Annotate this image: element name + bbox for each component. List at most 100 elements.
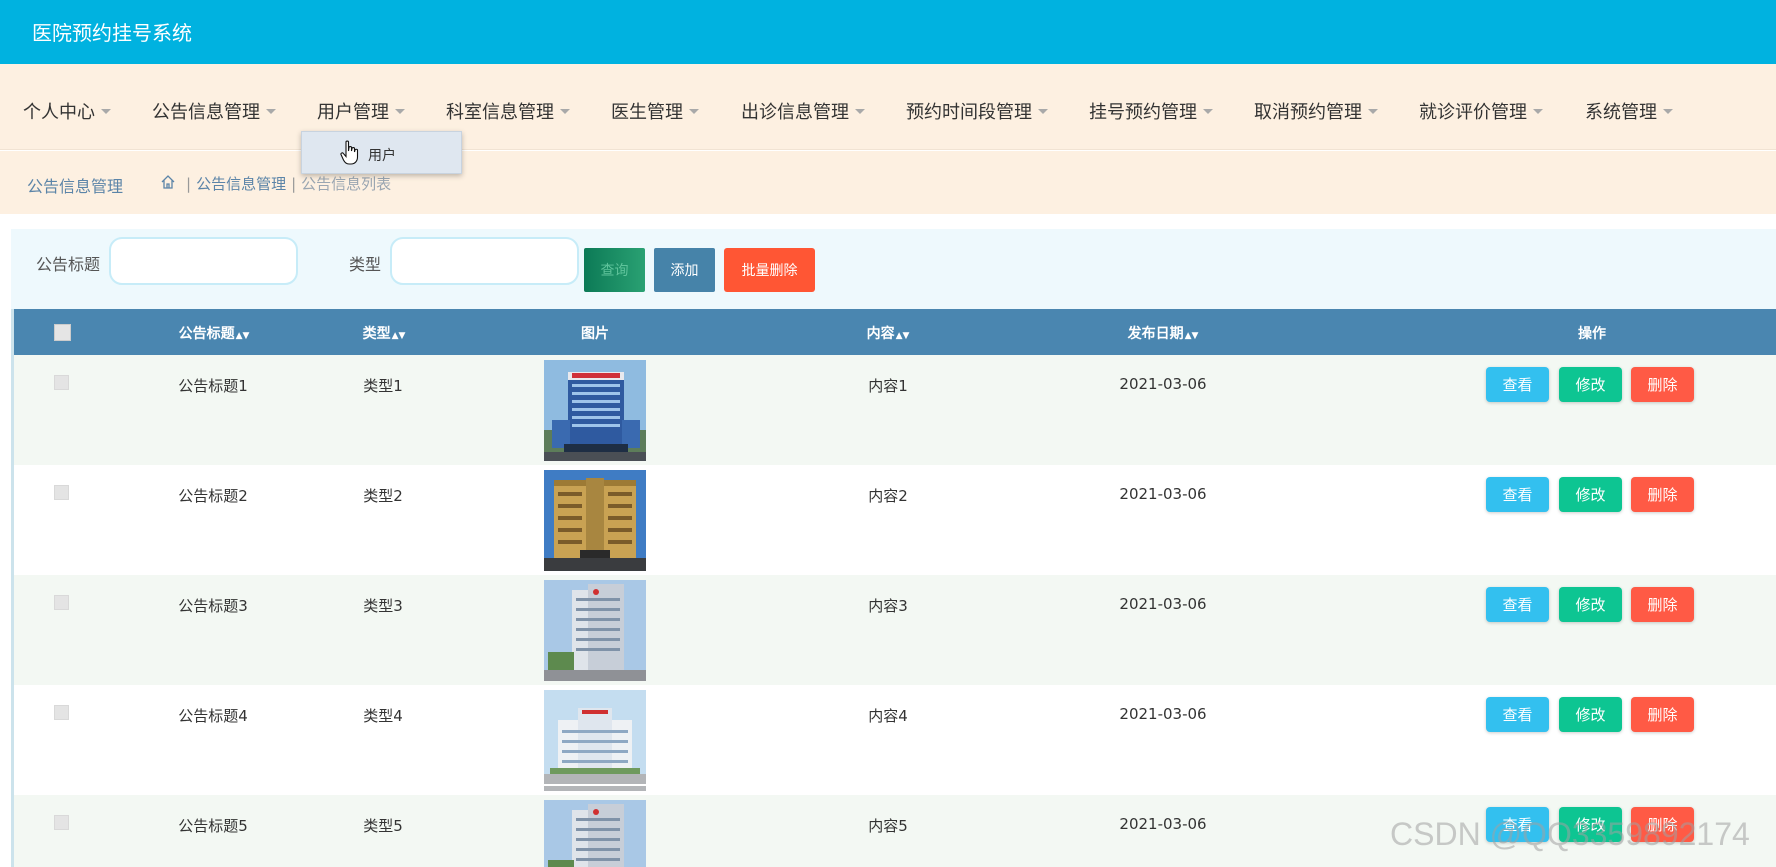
nav-timeslot-management[interactable]: 预约时间段管理 [906,98,1048,124]
search-form: 公告标题 类型 查询 添加 批量删除 [11,229,1776,309]
nav-appointment-management[interactable]: 挂号预约管理 [1089,98,1213,124]
nav-label: 出诊信息管理 [741,102,849,123]
view-button[interactable]: 查看 [1486,477,1549,512]
notice-image[interactable] [544,580,646,681]
search-button[interactable]: 查询 [584,248,645,292]
row-checkbox[interactable] [54,485,69,500]
cell-type: 类型1 [363,377,403,395]
cell-date: 2021-03-06 [1119,705,1207,723]
delete-button[interactable]: 删除 [1631,697,1694,732]
nav-personal-center[interactable]: 个人中心 [23,98,111,124]
chevron-down-icon [689,108,699,114]
nav-review-management[interactable]: 就诊评价管理 [1419,98,1543,124]
cell-date: 2021-03-06 [1119,485,1207,503]
chevron-down-icon [1368,108,1378,114]
hand-pointer-cursor-icon [340,140,359,165]
row-checkbox[interactable] [54,375,69,390]
select-all-checkbox[interactable] [54,324,71,341]
dropdown-item-user[interactable]: 用户 [368,145,396,165]
table-row: 公告标题4 类型4 内容4 2021-03-06 查看 修改 删除 [14,685,1776,795]
type-filter-input[interactable] [390,237,579,285]
notice-image[interactable] [544,690,646,791]
column-header-content[interactable]: 内容▲▼ [867,323,910,343]
cell-date: 2021-03-06 [1119,815,1207,833]
nav-label: 挂号预约管理 [1089,102,1197,123]
sort-icon: ▲▼ [391,331,406,341]
view-button[interactable]: 查看 [1486,587,1549,622]
nav-cancel-appointment-management[interactable]: 取消预约管理 [1254,98,1378,124]
edit-button[interactable]: 修改 [1559,697,1622,732]
cell-content: 内容5 [868,817,908,835]
table-row: 公告标题1 类型1 内容1 2021-03-06 查看 修改 删除 [14,355,1776,465]
nav-system-management[interactable]: 系统管理 [1585,98,1673,124]
sort-icon: ▲▼ [1184,331,1199,341]
nav-user-management[interactable]: 用户管理 [317,98,405,124]
chevron-down-icon [1203,108,1213,114]
nav-label: 预约时间段管理 [906,102,1032,123]
home-icon[interactable] [160,174,176,190]
nav-label: 医生管理 [611,102,683,123]
breadcrumb-bar: 公告信息管理 | 公告信息管理 | 公告信息列表 [0,151,1776,214]
cell-title: 公告标题3 [178,597,248,615]
column-header-date[interactable]: 发布日期▲▼ [1128,323,1199,343]
nav-clinic-schedule-management[interactable]: 出诊信息管理 [741,98,865,124]
top-header: 医院预约挂号系统 [0,0,1776,64]
row-checkbox[interactable] [54,815,69,830]
batch-delete-button[interactable]: 批量删除 [724,248,815,292]
chevron-down-icon [560,108,570,114]
chevron-down-icon [1038,108,1048,114]
title-filter-label: 公告标题 [36,255,101,274]
column-header-type[interactable]: 类型▲▼ [363,323,406,343]
notice-image[interactable] [544,800,646,867]
edit-button[interactable]: 修改 [1559,587,1622,622]
cell-date: 2021-03-06 [1119,375,1207,393]
edit-button[interactable]: 修改 [1559,367,1622,402]
page-title: 公告信息管理 [27,177,124,196]
cell-date: 2021-03-06 [1119,595,1207,613]
breadcrumb: | 公告信息管理 | 公告信息列表 [181,173,391,194]
watermark: CSDN @QQ3359892174 [1390,816,1750,852]
delete-button[interactable]: 删除 [1631,477,1694,512]
nav-label: 取消预约管理 [1254,102,1362,123]
breadcrumb-current: 公告信息列表 [301,175,392,193]
cell-type: 类型5 [363,817,403,835]
breadcrumb-separator: | [186,175,192,193]
chevron-down-icon [395,108,405,114]
column-header-image: 图片 [581,326,609,342]
main-nav: 个人中心 公告信息管理 用户管理 科室信息管理 医生管理 出诊信息管理 预约时间… [0,64,1776,150]
view-button[interactable]: 查看 [1486,697,1549,732]
nav-label: 系统管理 [1585,102,1657,123]
table-header: 公告标题▲▼ 类型▲▼ 图片 内容▲▼ 发布日期▲▼ 操作 [14,309,1776,355]
view-button[interactable]: 查看 [1486,367,1549,402]
breadcrumb-separator: | [291,175,297,193]
cell-type: 类型3 [363,597,403,615]
notice-table: 公告标题▲▼ 类型▲▼ 图片 内容▲▼ 发布日期▲▼ 操作 公告标题1 类型1 [11,309,1776,867]
edit-button[interactable]: 修改 [1559,477,1622,512]
title-filter-input[interactable] [109,237,298,285]
cell-content: 内容4 [868,707,908,725]
column-header-title[interactable]: 公告标题▲▼ [179,323,250,343]
notice-image[interactable] [544,470,646,571]
type-filter-label: 类型 [349,255,382,274]
cell-type: 类型2 [363,487,403,505]
notice-image[interactable] [544,360,646,461]
cell-title: 公告标题4 [178,707,248,725]
table-row: 公告标题3 类型3 内容3 2021-03-06 查看 修改 删除 [14,575,1776,685]
add-button[interactable]: 添加 [654,248,715,292]
sort-icon: ▲▼ [895,331,910,341]
nav-label: 就诊评价管理 [1419,102,1527,123]
row-checkbox[interactable] [54,705,69,720]
delete-button[interactable]: 删除 [1631,367,1694,402]
nav-department-management[interactable]: 科室信息管理 [446,98,570,124]
cell-title: 公告标题5 [178,817,248,835]
chevron-down-icon [101,108,111,114]
cell-content: 内容2 [868,487,908,505]
chevron-down-icon [266,108,276,114]
nav-doctor-management[interactable]: 医生管理 [611,98,699,124]
delete-button[interactable]: 删除 [1631,587,1694,622]
nav-notice-management[interactable]: 公告信息管理 [152,98,276,124]
row-checkbox[interactable] [54,595,69,610]
column-header-actions: 操作 [1578,326,1606,342]
user-management-dropdown: 用户 [301,131,462,174]
breadcrumb-link-notice-management[interactable]: 公告信息管理 [196,175,286,193]
